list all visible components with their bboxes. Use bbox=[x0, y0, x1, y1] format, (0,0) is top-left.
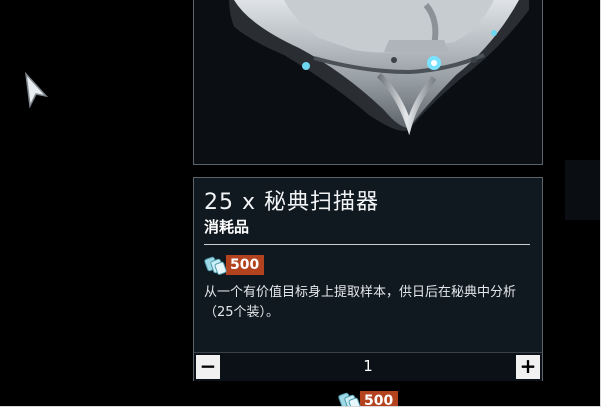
cursor-pointer-icon bbox=[24, 72, 49, 109]
quantity-increase-button[interactable]: + bbox=[516, 355, 540, 379]
next-item-price[interactable]: 500 bbox=[338, 390, 399, 406]
item-preview bbox=[193, 0, 543, 165]
title-divider bbox=[204, 244, 530, 245]
item-description: 从一个有价值目标身上提取样本，供日后在秘典中分析（25个装）。 bbox=[204, 285, 517, 320]
item-price: 500 bbox=[204, 254, 265, 276]
quantity-value[interactable]: 1 bbox=[234, 357, 502, 375]
item-detail-card: 25 x 秘典扫描器 消耗品 500 从一个有价值目标身上提取样本，供日后在秘典… bbox=[193, 177, 543, 381]
quantity-stepper: − 1 + bbox=[194, 352, 542, 381]
game-viewport: 25 x 秘典扫描器 消耗品 500 从一个有价值目标身上提取样本，供日后在秘典… bbox=[0, 0, 601, 407]
item-title: 25 x 秘典扫描器 bbox=[204, 190, 380, 215]
background-shadow bbox=[565, 160, 600, 220]
price-value: 500 bbox=[226, 255, 265, 275]
quantity-decrease-button[interactable]: − bbox=[196, 355, 220, 379]
scanner-render-image bbox=[194, 0, 529, 136]
item-category: 消耗品 bbox=[204, 218, 250, 236]
platinum-icon bbox=[338, 392, 361, 406]
platinum-icon bbox=[204, 256, 227, 275]
next-price-value: 500 bbox=[360, 391, 399, 406]
